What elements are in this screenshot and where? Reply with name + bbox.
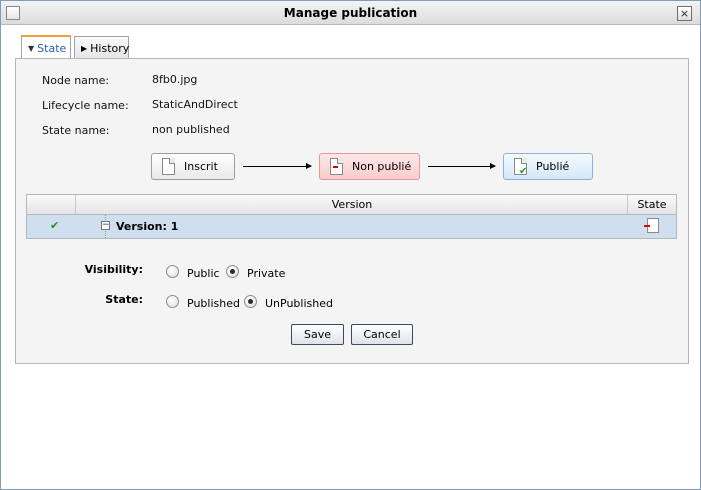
- document-published-icon: ✔: [514, 158, 528, 177]
- table-row[interactable]: ✔ − Version: 1: [27, 215, 676, 238]
- lifecycle-state-non-publie-label: Non publié: [352, 160, 412, 173]
- lifecycle-state-publie-label: Publié: [536, 160, 570, 173]
- unpublished-mark-icon: [333, 166, 338, 168]
- column-header-select[interactable]: [27, 195, 76, 215]
- state-published-label[interactable]: Published: [187, 297, 240, 310]
- close-button[interactable]: ×: [677, 6, 692, 21]
- transition-arrow: [243, 163, 312, 169]
- tab-state[interactable]: ▼ State: [21, 35, 71, 59]
- document-icon: [162, 158, 175, 175]
- column-header-state[interactable]: State: [628, 195, 676, 215]
- table-header: Version State: [27, 195, 676, 215]
- versions-table: Version State ✔ − Version: 1: [26, 194, 677, 239]
- lifecycle-state-inscrit[interactable]: Inscrit: [151, 153, 235, 180]
- visibility-public-radio[interactable]: [166, 265, 179, 278]
- triangle-down-icon: ▼: [28, 44, 35, 53]
- visibility-private-label[interactable]: Private: [247, 267, 285, 280]
- triangle-right-icon: ▶: [81, 44, 88, 53]
- save-button[interactable]: Save: [291, 324, 344, 345]
- version-label: Version: 1: [116, 220, 179, 233]
- checkmark-icon: ✔: [519, 166, 528, 177]
- document-unpublished-icon: [330, 158, 343, 175]
- tab-history[interactable]: ▶ History: [74, 36, 129, 59]
- state-unpublished-label[interactable]: UnPublished: [265, 297, 333, 310]
- visibility-private-radio[interactable]: [226, 265, 239, 278]
- title-bar[interactable]: Manage publication ×: [1, 1, 700, 25]
- state-form-label: State:: [105, 293, 143, 306]
- lifecycle-name-label: Lifecycle name:: [42, 99, 129, 112]
- tab-state-label: State: [37, 42, 67, 55]
- collapse-icon[interactable]: −: [101, 221, 110, 230]
- column-header-version[interactable]: Version: [76, 195, 628, 215]
- checkmark-icon: ✔: [50, 219, 60, 232]
- dialog-title: Manage publication: [283, 6, 418, 20]
- state-unpublished-radio[interactable]: [244, 295, 257, 308]
- visibility-public-label[interactable]: Public: [187, 267, 220, 280]
- state-name-label: State name:: [42, 124, 110, 137]
- lifecycle-state-inscrit-label: Inscrit: [184, 160, 218, 173]
- visibility-label: Visibility:: [84, 263, 143, 276]
- transition-arrow: [428, 163, 496, 169]
- node-name-label: Node name:: [42, 74, 110, 87]
- lifecycle-state-non-publie[interactable]: Non publié: [319, 153, 420, 180]
- lifecycle-name-value: StaticAndDirect: [152, 98, 238, 111]
- state-published-radio[interactable]: [166, 295, 179, 308]
- cancel-button[interactable]: Cancel: [351, 324, 413, 345]
- tab-history-label: History: [90, 42, 130, 55]
- node-name-value: 8fb0.jpg: [152, 73, 198, 86]
- state-name-value: non published: [152, 123, 230, 136]
- document-unpublished-icon: [644, 218, 659, 233]
- lifecycle-state-publie[interactable]: ✔ Publié: [503, 153, 593, 180]
- manage-publication-dialog: Manage publication × ▼ State ▶ History Nod…: [0, 0, 701, 490]
